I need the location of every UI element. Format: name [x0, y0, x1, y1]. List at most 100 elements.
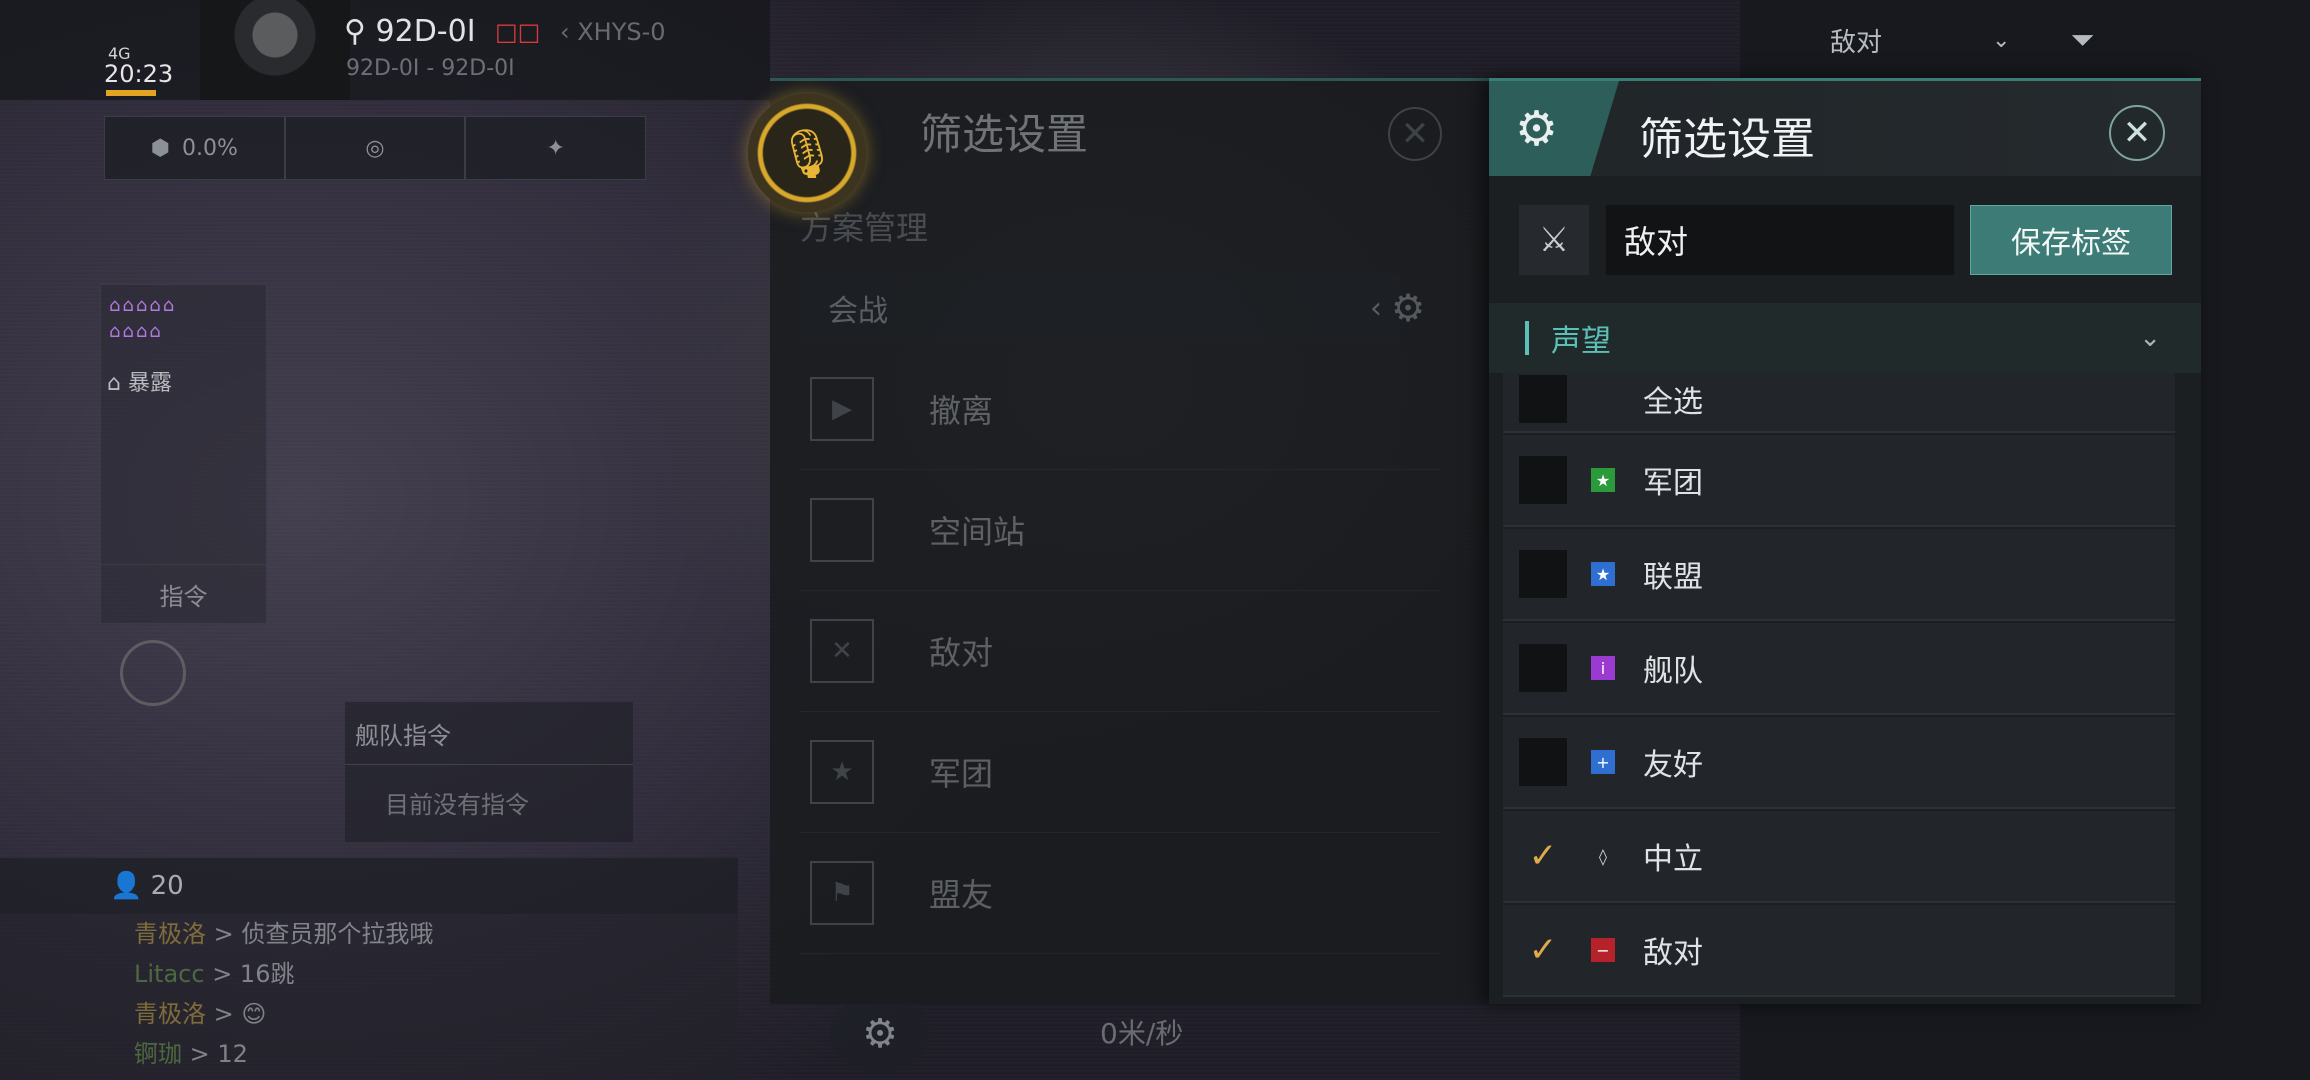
chat-text: > 侦查员那个拉我哦 [213, 920, 434, 948]
crossed-swords-icon: ✕ [810, 619, 874, 683]
target-ring-icon[interactable] [120, 640, 186, 706]
list-item-hostile[interactable]: ✓ − 敌对 [1503, 905, 2175, 997]
item-label: 联盟 [1643, 560, 1703, 595]
microphone-icon: 🎙 [776, 125, 838, 182]
tag-name-input[interactable] [1606, 205, 1954, 275]
person-icon: 👤 [110, 871, 151, 901]
overview-mini-panel[interactable]: ⌂⌂⌂⌂⌂ ⌂⌂⌂⌂ ⌂ 暴露 指令 [100, 284, 267, 624]
scheme-select[interactable]: 会战 ‹ [800, 273, 1400, 343]
close-icon[interactable]: ✕ [1388, 107, 1442, 161]
exposed-row: ⌂ 暴露 [107, 365, 257, 396]
alliance-star-icon: ★ [1591, 562, 1615, 586]
station-icon [810, 498, 874, 562]
pin-icon: ⚲ [344, 14, 376, 49]
neutral-diamond-icon: ◊ [1599, 846, 1607, 866]
list-item-label: 敌对 [929, 634, 994, 672]
hostile-minus-icon: − [1591, 938, 1615, 962]
ship-icons: ⌂⌂⌂⌂⌂ ⌂⌂⌂⌂ [109, 295, 177, 342]
list-item-fleet[interactable]: i 舰队 [1503, 623, 2175, 715]
list-item[interactable]: 空间站 [800, 470, 1440, 591]
location-sub: 92D-0I - 92D-0I [346, 56, 515, 81]
item-label: 敌对 [1643, 936, 1703, 971]
save-tag-button[interactable]: 保存标签 [1970, 205, 2172, 275]
checkbox[interactable]: ✓ [1519, 832, 1567, 880]
crossed-swords-icon[interactable]: ⚔ [1519, 205, 1589, 275]
legion-star-icon: ★ [1591, 468, 1615, 492]
chat-line: 锕珈 > 12 [134, 1034, 738, 1074]
cargo-stat[interactable]: ⬢ 0.0% [104, 116, 285, 180]
list-item-label: 空间站 [929, 513, 1026, 551]
checkbox[interactable] [1519, 738, 1567, 786]
item-label: 舰队 [1643, 654, 1703, 689]
top-left-hud: 4G 20:23 ⚲ 92D-0I □□ ‹ XHYS-0 92D-0I - 9… [0, 0, 770, 100]
ally-icon: ⚑ [810, 861, 874, 925]
item-label: 友好 [1643, 748, 1703, 783]
ship-button[interactable]: ✦ [465, 116, 647, 180]
chat-log[interactable]: 青极洛 > 侦查员那个拉我哦 Litacc > 16跳 青极洛 > 😊 锕珈 >… [0, 914, 738, 1080]
scheme-value: 会战 [828, 294, 888, 329]
evacuate-icon: ▶ [810, 377, 874, 441]
route-label: ‹ XHYS-0 [560, 18, 666, 46]
item-label: 全选 [1643, 385, 1703, 420]
fleet-command-header: 舰队指令 [345, 702, 633, 765]
clock: 20:23 [104, 60, 174, 88]
checkbox[interactable]: ✓ [1519, 926, 1567, 974]
avatar[interactable] [200, 0, 350, 100]
location-name: 92D-0I [375, 14, 476, 49]
chat-text: > 16跳 [212, 960, 295, 988]
home-icon: ⌂ [107, 371, 128, 396]
ship-icon: ✦ [546, 135, 565, 161]
battery-indicator [106, 90, 156, 96]
fleet-badge-icon: i [1591, 656, 1615, 680]
scan-icon: ◎ [365, 135, 385, 161]
microphone-button[interactable]: 🎙 [748, 94, 866, 212]
list-item[interactable]: ⚑ 盟友 [800, 833, 1440, 954]
accent-bar [1525, 321, 1529, 355]
checkbox[interactable] [1519, 375, 1567, 423]
fleet-command-panel: 舰队指令 目前没有指令 [345, 702, 633, 842]
list-item[interactable]: ▶ 撤离 [800, 349, 1440, 470]
settings-gear-icon[interactable]: ⚙ [830, 994, 930, 1074]
people-count[interactable]: 👤 20 [110, 871, 184, 901]
chat-line: 青极洛 > 侦查员那个拉我哦 [134, 914, 738, 954]
list-item-neutral[interactable]: ✓ ◊ 中立 [1503, 811, 2175, 903]
gear-icon[interactable]: ⚙ [1378, 273, 1438, 343]
checkbox[interactable] [1519, 644, 1567, 692]
top-right-filter[interactable]: 敌对 ⌄ ⏷ [1740, 0, 2310, 80]
bottom-bar: 👤 20 [0, 858, 738, 914]
command-label: 指令 [159, 582, 208, 611]
checkbox[interactable] [1519, 456, 1567, 504]
chat-line: Litacc > 16跳 [134, 954, 738, 994]
filter-settings-dialog: ⚙ 筛选设置 ✕ ⚔ 保存标签 声望 ⌄ 全选 ★ 军团 ★ 联盟 i 舰队 [1489, 78, 2201, 1004]
scan-button[interactable]: ◎ [284, 116, 466, 180]
list-item-select-all[interactable]: 全选 [1503, 373, 2175, 433]
list-item-label: 军团 [929, 755, 994, 793]
list-item[interactable]: ✕ 敌对 [800, 591, 1440, 712]
location-label[interactable]: ⚲ 92D-0I [344, 14, 476, 49]
list-item-alliance[interactable]: ★ 联盟 [1503, 529, 2175, 621]
checkbox[interactable] [1519, 550, 1567, 598]
cube-icon: ⬢ [150, 135, 170, 161]
list-item[interactable]: ★ 军团 [800, 712, 1440, 833]
fleet-command-title: 舰队指令 [355, 721, 451, 750]
chat-text: > 12 [189, 1040, 248, 1068]
chat-name: Litacc [134, 960, 205, 988]
friendly-plus-icon: + [1591, 750, 1615, 774]
legion-icon: ★ [810, 740, 874, 804]
reputation-group-header[interactable]: 声望 ⌄ [1489, 303, 2201, 373]
people-count-value: 20 [150, 871, 184, 901]
filter-label: 敌对 [1830, 27, 1883, 58]
dialog-title: 筛选设置 [1639, 114, 1815, 165]
list-item-label: 盟友 [929, 876, 994, 914]
command-button[interactable]: 指令 [101, 564, 266, 623]
stat-bar: ⬢ 0.0% ◎ ✦ [104, 116, 647, 180]
list-item-label: 撤离 [929, 392, 994, 430]
list-item-friendly[interactable]: + 友好 [1503, 717, 2175, 809]
close-button[interactable]: ✕ [2109, 105, 2165, 161]
chat-line: 青极洛 > 😊 [134, 994, 738, 1034]
list-item-legion[interactable]: ★ 军团 [1503, 435, 2175, 527]
funnel-icon[interactable]: ⏷ [2070, 23, 2094, 58]
dialog-header: ⚙ 筛选设置 ✕ [1489, 81, 2201, 176]
chevron-down-icon: ⌄ [1992, 27, 2011, 53]
fleet-command-empty: 目前没有指令 [385, 791, 529, 819]
